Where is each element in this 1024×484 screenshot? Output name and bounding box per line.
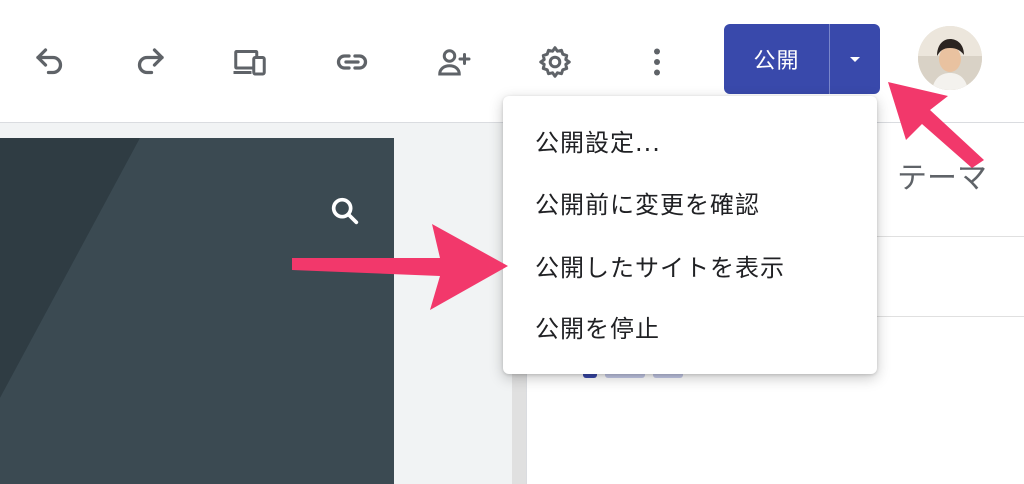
menu-item-publish-settings[interactable]: 公開設定... (503, 110, 877, 170)
publish-dropdown-button[interactable] (830, 24, 880, 94)
add-person-icon[interactable] (432, 40, 476, 84)
caret-down-icon (850, 57, 860, 62)
menu-item-unpublish[interactable]: 公開を停止 (503, 296, 877, 356)
site-header-preview[interactable] (0, 138, 394, 484)
link-icon[interactable] (330, 40, 374, 84)
tab-theme[interactable]: テーマ (897, 153, 987, 197)
publish-button-group: 公開 (724, 24, 880, 94)
redo-icon[interactable] (128, 40, 172, 84)
settings-icon[interactable] (533, 40, 577, 84)
undo-icon[interactable] (28, 40, 72, 84)
page-canvas (0, 123, 512, 484)
more-vert-icon[interactable] (635, 40, 679, 84)
menu-item-review-changes[interactable]: 公開前に変更を確認 (503, 172, 877, 232)
device-preview-icon[interactable] (228, 40, 272, 84)
publish-menu: 公開設定... 公開前に変更を確認 公開したサイトを表示 公開を停止 (503, 96, 877, 374)
menu-item-view-published-site[interactable]: 公開したサイトを表示 (503, 235, 877, 295)
avatar[interactable] (918, 26, 982, 90)
publish-button[interactable]: 公開 (724, 24, 829, 94)
search-icon[interactable] (322, 188, 368, 234)
